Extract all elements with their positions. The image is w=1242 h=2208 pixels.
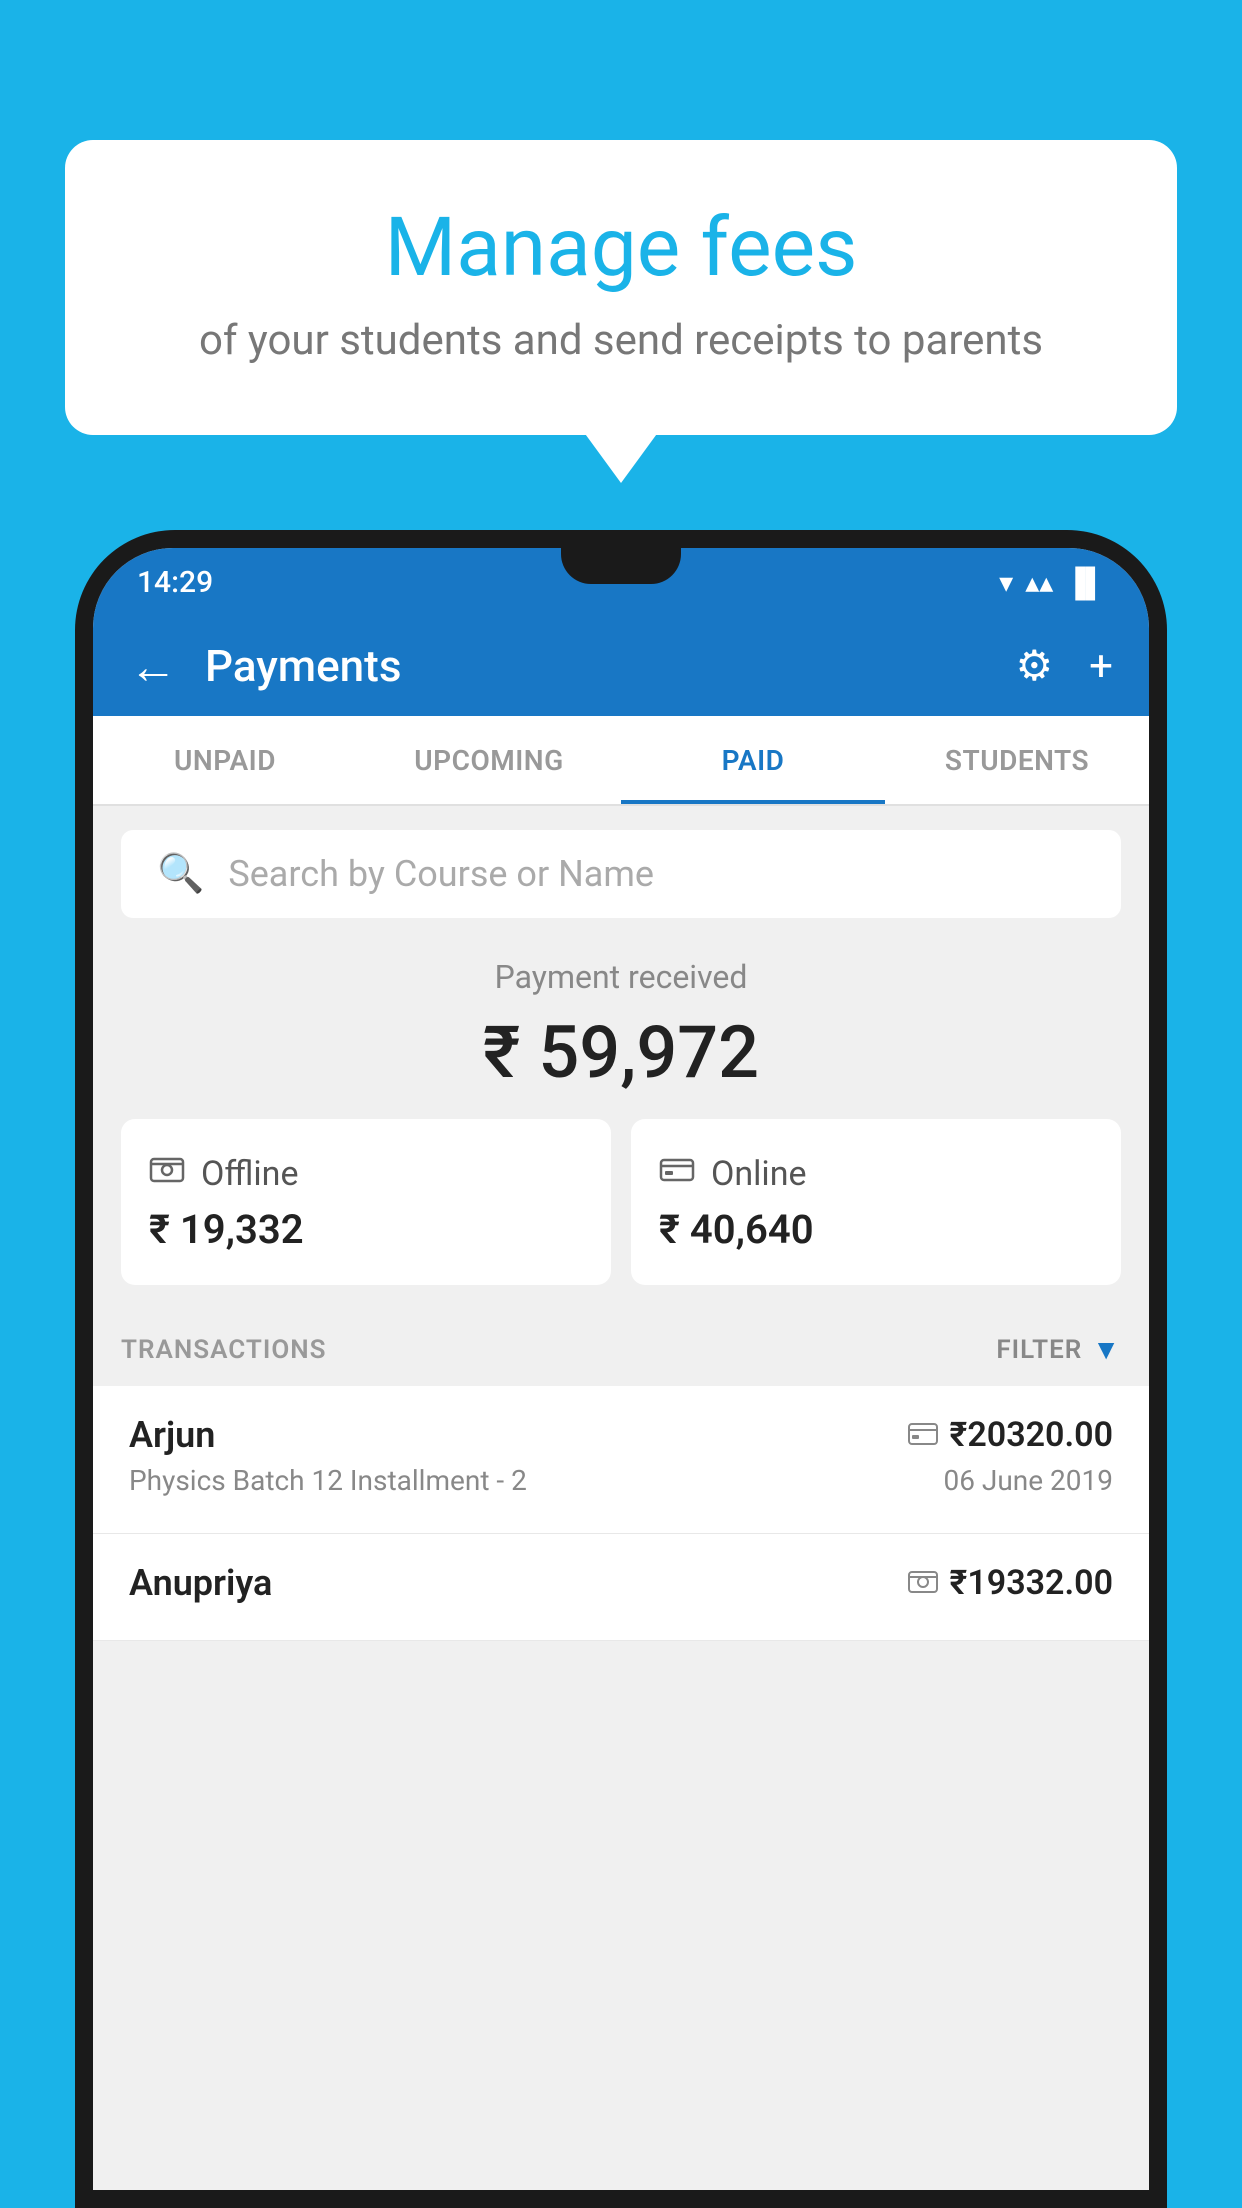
offline-payment-icon (908, 1567, 938, 1600)
payment-amount: ₹ 59,972 (121, 1010, 1121, 1095)
transaction-date-arjun: 06 June 2019 (943, 1464, 1113, 1497)
app-title: Payments (205, 640, 1016, 692)
payment-received-label: Payment received (121, 958, 1121, 996)
tab-upcoming[interactable]: UPCOMING (357, 716, 621, 804)
filter-icon: ▼ (1092, 1333, 1121, 1366)
filter-label: FILTER (996, 1335, 1082, 1365)
transaction-item-anupriya[interactable]: Anupriya ₹19332.00 (93, 1534, 1149, 1641)
filter-button[interactable]: FILTER ▼ (996, 1333, 1121, 1366)
transaction-amount-row-arjun: ₹20320.00 (908, 1415, 1113, 1455)
transaction-name-arjun: Arjun (129, 1414, 215, 1456)
tab-students[interactable]: STUDENTS (885, 716, 1149, 804)
transaction-name-anupriya: Anupriya (129, 1562, 272, 1604)
offline-amount: ₹ 19,332 (149, 1206, 583, 1253)
status-icons: ▾ ▴▴ ▐▌ (999, 566, 1105, 599)
app-bar-actions: ⚙ + (1016, 641, 1114, 691)
tab-unpaid[interactable]: UNPAID (93, 716, 357, 804)
add-icon[interactable]: + (1089, 642, 1113, 691)
online-payment-icon (908, 1419, 938, 1452)
transaction-course-arjun: Physics Batch 12 Installment - 2 (129, 1464, 527, 1497)
status-time: 14:29 (137, 565, 213, 600)
wifi-icon: ▾ (999, 566, 1013, 599)
tab-paid[interactable]: PAID (621, 716, 885, 804)
app-bar: ← Payments ⚙ + (93, 616, 1149, 716)
speech-bubble: Manage fees of your students and send re… (65, 140, 1177, 435)
search-placeholder: Search by Course or Name (228, 853, 654, 895)
phone-frame: 14:29 ▾ ▴▴ ▐▌ ← Payments ⚙ + UNPAID UPCO… (75, 530, 1167, 2208)
phone-screen: 14:29 ▾ ▴▴ ▐▌ ← Payments ⚙ + UNPAID UPCO… (93, 548, 1149, 2190)
speech-bubble-container: Manage fees of your students and send re… (65, 140, 1177, 435)
transaction-item-arjun[interactable]: Arjun ₹20320.00 Physics Batch 1 (93, 1386, 1149, 1534)
search-bar[interactable]: 🔍 Search by Course or Name (121, 830, 1121, 918)
signal-icon: ▴▴ (1025, 566, 1053, 599)
back-button[interactable]: ← (129, 638, 177, 695)
online-label: Online (711, 1154, 807, 1194)
payment-cards: Offline ₹ 19,332 (93, 1119, 1149, 1313)
offline-icon (149, 1151, 185, 1196)
bubble-title: Manage fees (145, 200, 1097, 296)
payment-summary: Payment received ₹ 59,972 (93, 918, 1149, 1119)
transaction-amount-row-anupriya: ₹19332.00 (908, 1563, 1113, 1603)
online-amount: ₹ 40,640 (659, 1206, 1093, 1253)
transaction-amount-arjun: ₹20320.00 (950, 1415, 1113, 1455)
tabs: UNPAID UPCOMING PAID STUDENTS (93, 716, 1149, 806)
battery-icon: ▐▌ (1065, 566, 1105, 599)
online-card: Online ₹ 40,640 (631, 1119, 1121, 1285)
phone-notch (561, 548, 681, 584)
offline-card: Offline ₹ 19,332 (121, 1119, 611, 1285)
search-icon: 🔍 (157, 852, 204, 896)
transactions-label: TRANSACTIONS (121, 1335, 327, 1365)
bubble-subtitle: of your students and send receipts to pa… (145, 316, 1097, 365)
content-area: 🔍 Search by Course or Name Payment recei… (93, 806, 1149, 2190)
transaction-amount-anupriya: ₹19332.00 (950, 1563, 1113, 1603)
transactions-header: TRANSACTIONS FILTER ▼ (93, 1313, 1149, 1386)
settings-icon[interactable]: ⚙ (1016, 641, 1054, 691)
offline-label: Offline (201, 1154, 298, 1194)
online-icon (659, 1151, 695, 1196)
